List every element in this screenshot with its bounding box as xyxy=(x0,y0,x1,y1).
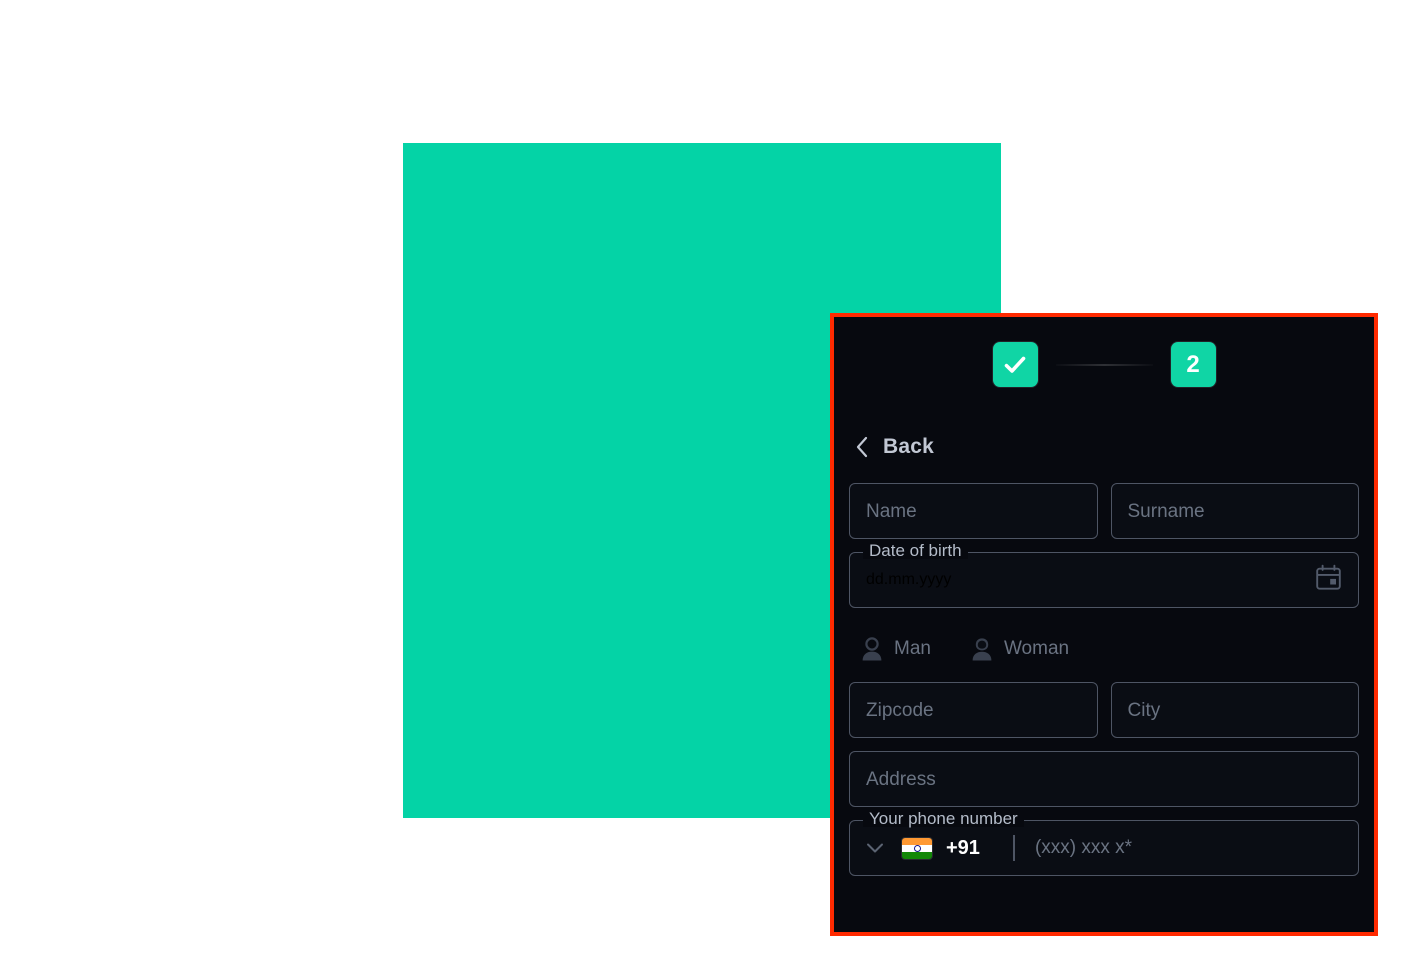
phone-placeholder: (xxx) xxx x* xyxy=(1034,837,1133,858)
name-row: Name Surname xyxy=(849,483,1359,539)
woman-icon xyxy=(972,638,992,661)
india-flag-icon xyxy=(902,837,932,859)
date-of-birth-input[interactable]: Date of birth dd.mm.yyyy xyxy=(849,542,1359,608)
surname-placeholder: Surname xyxy=(1127,500,1205,522)
calendar-icon[interactable] xyxy=(1316,564,1341,596)
phone-divider xyxy=(1012,835,1015,861)
gender-label-woman: Woman xyxy=(1003,638,1070,659)
man-icon xyxy=(862,637,882,661)
step-1-completed[interactable] xyxy=(992,342,1038,387)
step-2-label: 2 xyxy=(1186,350,1200,378)
phone-legend: Your phone number xyxy=(863,810,1024,827)
phone-inner: +91 (xxx) xxx x* xyxy=(860,835,1342,861)
highlight-border: 2 Back Name Surname Date of birth dd.mm.… xyxy=(830,313,1378,936)
zipcode-placeholder: Zipcode xyxy=(866,699,934,721)
phone-number-input[interactable]: Your phone number +91 (xxx) xxx x* xyxy=(849,810,1359,876)
gender-option-man[interactable]: Man xyxy=(861,637,931,661)
surname-input[interactable]: Surname xyxy=(1110,483,1359,539)
form-fields: Name Surname Date of birth dd.mm.yyyy Ma… xyxy=(849,483,1359,876)
location-row: Zipcode City xyxy=(849,682,1359,738)
address-input[interactable]: Address xyxy=(849,751,1359,807)
gender-label-man: Man xyxy=(894,638,931,659)
name-placeholder: Name xyxy=(866,500,917,522)
back-button[interactable]: Back xyxy=(855,435,934,459)
step-2-active[interactable]: 2 xyxy=(1170,342,1216,387)
name-input[interactable]: Name xyxy=(849,483,1098,539)
address-placeholder: Address xyxy=(866,768,936,790)
check-icon xyxy=(1004,356,1026,373)
country-dropdown-button[interactable] xyxy=(860,842,890,854)
zipcode-input[interactable]: Zipcode xyxy=(849,682,1098,738)
chevron-down-icon xyxy=(867,843,883,853)
gender-option-woman[interactable]: Woman xyxy=(971,637,1069,661)
phone-dial-code: +91 xyxy=(946,836,980,859)
step-connector-line xyxy=(1055,363,1153,366)
date-of-birth-placeholder: dd.mm.yyyy xyxy=(866,571,952,588)
date-of-birth-legend: Date of birth xyxy=(863,542,968,559)
stepper: 2 xyxy=(834,317,1374,387)
back-label: Back xyxy=(883,435,935,458)
city-input[interactable]: City xyxy=(1110,682,1359,738)
registration-form-panel: 2 Back Name Surname Date of birth dd.mm.… xyxy=(834,317,1374,932)
city-placeholder: City xyxy=(1127,699,1161,721)
gender-selector: Man Woman xyxy=(861,621,1359,677)
chevron-left-icon xyxy=(856,436,868,458)
teal-background-frame: 2 Back Name Surname Date of birth dd.mm.… xyxy=(403,143,1378,936)
